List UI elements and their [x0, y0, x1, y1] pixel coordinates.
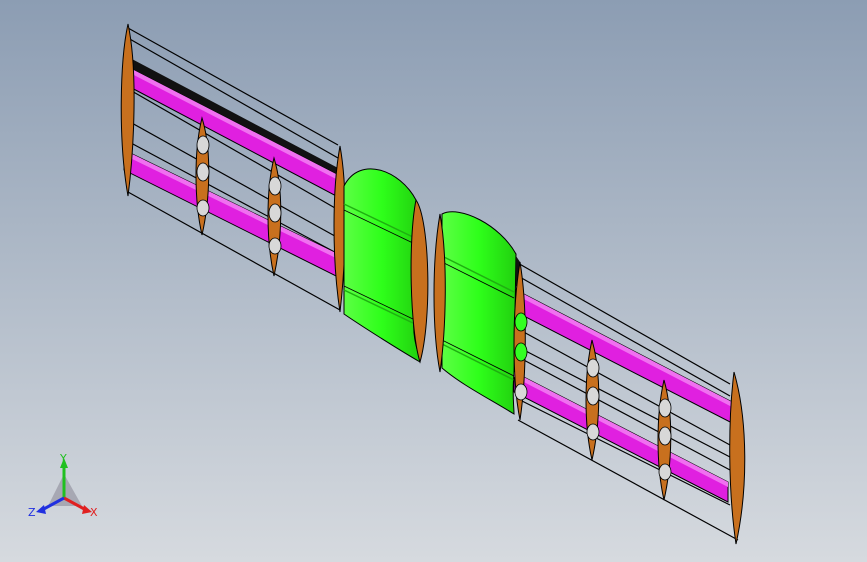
lightening-hole	[514, 383, 528, 401]
lightening-hole	[268, 203, 282, 223]
lightening-hole	[658, 463, 672, 481]
lightening-hole	[196, 199, 210, 217]
lightening-hole	[514, 342, 528, 362]
lightening-hole	[658, 426, 672, 446]
lightening-hole	[586, 386, 600, 406]
lightening-hole	[586, 358, 600, 378]
x-axis-label: X	[90, 506, 98, 519]
graphics-viewport[interactable]: Y X Z	[0, 0, 867, 562]
z-axis-label: Z	[28, 506, 36, 519]
wing-assembly-model[interactable]: Y X Z	[0, 0, 867, 562]
lightening-hole	[268, 176, 282, 196]
lightening-hole	[586, 423, 600, 441]
y-axis-label: Y	[59, 452, 67, 465]
lightening-hole	[658, 398, 672, 418]
lightening-hole	[268, 237, 282, 255]
lightening-hole	[196, 162, 210, 182]
lightening-hole	[196, 135, 210, 155]
lightening-hole	[514, 312, 528, 332]
